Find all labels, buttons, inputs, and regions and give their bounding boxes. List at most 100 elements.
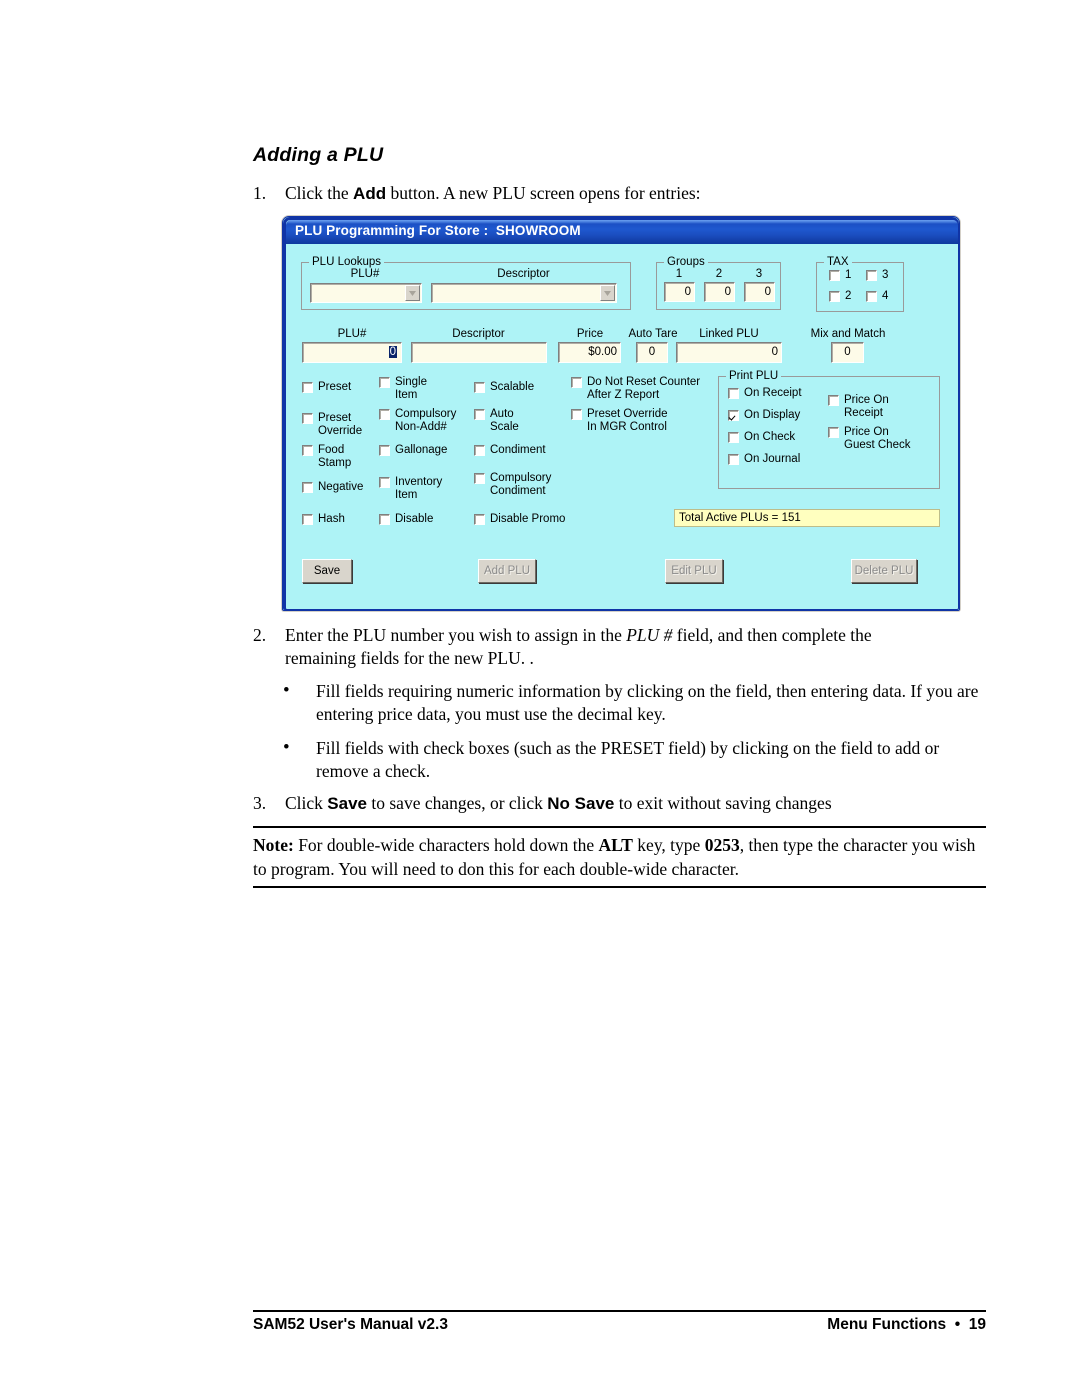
- checkbox-box[interactable]: [302, 382, 313, 393]
- option-food-stamp[interactable]: Food Stamp: [302, 444, 388, 469]
- plu-number-input[interactable]: 0: [302, 342, 402, 363]
- print-on-check[interactable]: On Check: [728, 431, 795, 444]
- option-inventory-item[interactable]: Inventory Item: [379, 476, 469, 501]
- add-plu-button[interactable]: Add PLU: [478, 559, 536, 583]
- dialog-titlebar[interactable]: PLU Programming For Store : SHOWROOM: [286, 220, 958, 244]
- plu-lookups-legend: PLU Lookups: [309, 256, 385, 268]
- option-scalable[interactable]: Scalable: [474, 381, 566, 394]
- option-condiment[interactable]: Condiment: [474, 444, 566, 457]
- step-1: 1. Click the Add button. A new PLU scree…: [253, 182, 986, 205]
- mix-and-match-input[interactable]: 0: [831, 342, 864, 363]
- chevron-down-icon[interactable]: [600, 285, 615, 301]
- option-preset[interactable]: Preset: [302, 381, 388, 394]
- group-2-input[interactable]: 0: [704, 282, 735, 302]
- option-compulsory-non-add[interactable]: Compulsory Non-Add#: [379, 408, 469, 433]
- tax-legend: TAX: [824, 256, 852, 268]
- footer-manual-title: SAM52 User's Manual v2.3: [253, 1316, 448, 1333]
- print-on-journal-label: On Journal: [744, 453, 801, 465]
- group-1-header: 1: [675, 268, 683, 280]
- step-2-line1-a: Enter the PLU number you wish to assign …: [285, 625, 627, 645]
- checkbox-box[interactable]: [728, 388, 739, 399]
- checkbox-box[interactable]: [474, 409, 485, 420]
- option-gallonage-label: Gallonage: [395, 444, 448, 456]
- checkbox-box[interactable]: [571, 377, 582, 388]
- linked-plu-input[interactable]: 0: [676, 342, 782, 363]
- group-2-header: 2: [715, 268, 723, 280]
- print-price-on-guest-check[interactable]: Price On Guest Check: [828, 426, 928, 451]
- checkbox-box[interactable]: [828, 427, 839, 438]
- group-3-input[interactable]: 0: [744, 282, 775, 302]
- checkbox-box[interactable]: [474, 514, 485, 525]
- option-do-not-reset-counter[interactable]: Do Not Reset Counter After Z Report: [571, 376, 701, 401]
- alt-code-reference: 0253: [704, 835, 740, 855]
- checkbox-box[interactable]: [379, 477, 390, 488]
- footer-chapter-page: Menu Functions • 19: [827, 1316, 986, 1333]
- descriptor-input[interactable]: [411, 342, 547, 363]
- option-disable[interactable]: Disable: [379, 513, 469, 526]
- checkbox-box[interactable]: [302, 445, 313, 456]
- checkbox-box[interactable]: [379, 377, 390, 388]
- manual-page: Adding a PLU 1. Click the Add button. A …: [0, 0, 1080, 1397]
- lookup-plu-number-combo[interactable]: [310, 283, 422, 303]
- print-on-display[interactable]: On Display: [728, 409, 800, 422]
- chevron-down-icon[interactable]: [405, 285, 420, 301]
- option-hash[interactable]: Hash: [302, 513, 388, 526]
- checkbox-box[interactable]: [379, 409, 390, 420]
- checkbox-box[interactable]: [302, 482, 313, 493]
- option-preset-override[interactable]: Preset Override: [302, 412, 388, 437]
- option-auto-scale[interactable]: Auto Scale: [474, 408, 566, 433]
- option-gallonage[interactable]: Gallonage: [379, 444, 469, 457]
- add-button-reference: Add: [353, 184, 387, 203]
- checkbox-box[interactable]: [379, 445, 390, 456]
- group-3-header: 3: [755, 268, 763, 280]
- group-1-input[interactable]: 0: [664, 282, 695, 302]
- checkbox-box[interactable]: [866, 291, 877, 302]
- tax-checkbox-4-label: 4: [882, 290, 889, 302]
- option-preset-override-mgr[interactable]: Preset Override In MGR Control: [571, 408, 701, 433]
- checkbox-box[interactable]: [302, 514, 313, 525]
- no-save-button-reference: No Save: [547, 794, 615, 813]
- option-compulsory-condiment[interactable]: Compulsory Condiment: [474, 472, 566, 497]
- print-on-receipt[interactable]: On Receipt: [728, 387, 802, 400]
- print-on-check-label: On Check: [744, 431, 796, 443]
- print-on-journal[interactable]: On Journal: [728, 453, 800, 466]
- page-footer: SAM52 User's Manual v2.3 Menu Functions …: [253, 1316, 986, 1334]
- checkbox-box[interactable]: [728, 432, 739, 443]
- bullet-1-text: Fill fields requiring numeric informatio…: [316, 681, 979, 724]
- checkbox-box[interactable]: [474, 473, 485, 484]
- option-negative[interactable]: Negative: [302, 481, 388, 494]
- price-input[interactable]: $0.00: [558, 342, 621, 363]
- option-preset-label: Preset: [318, 381, 352, 393]
- checkbox-box[interactable]: [474, 382, 485, 393]
- checkbox-box[interactable]: [866, 270, 877, 281]
- checkbox-box[interactable]: [728, 454, 739, 465]
- checkbox-box[interactable]: [728, 410, 739, 421]
- checkbox-box[interactable]: [302, 413, 313, 424]
- footer-divider: [253, 1310, 986, 1312]
- lookup-descriptor-combo[interactable]: [431, 283, 617, 303]
- checkbox-box[interactable]: [829, 270, 840, 281]
- option-single-item[interactable]: Single Item: [379, 376, 469, 401]
- tax-checkbox-2[interactable]: 2: [829, 290, 851, 303]
- tax-checkbox-3[interactable]: 3: [866, 269, 888, 282]
- delete-plu-button[interactable]: Delete PLU: [851, 559, 917, 583]
- tax-checkbox-1[interactable]: 1: [829, 269, 851, 282]
- step-3-c: to save changes, or click: [367, 793, 548, 813]
- option-negative-label: Negative: [318, 481, 364, 493]
- note-text: Note: For double-wide characters hold do…: [253, 833, 986, 881]
- edit-plu-button[interactable]: Edit PLU: [665, 559, 723, 583]
- option-disable-promo[interactable]: Disable Promo: [474, 513, 582, 526]
- total-active-plus-status: Total Active PLUs = 151: [674, 509, 940, 527]
- checkbox-box[interactable]: [571, 409, 582, 420]
- auto-tare-input[interactable]: 0: [636, 342, 668, 363]
- print-on-display-label: On Display: [744, 409, 801, 421]
- checkbox-box[interactable]: [379, 514, 390, 525]
- tax-checkbox-4[interactable]: 4: [866, 290, 888, 303]
- checkbox-box[interactable]: [474, 445, 485, 456]
- print-price-on-receipt[interactable]: Price On Receipt: [828, 394, 928, 419]
- save-button[interactable]: Save: [302, 559, 352, 583]
- tax-checkbox-2-label: 2: [845, 290, 852, 302]
- checkbox-box[interactable]: [829, 291, 840, 302]
- option-disable-label: Disable: [395, 513, 434, 525]
- checkbox-box[interactable]: [828, 395, 839, 406]
